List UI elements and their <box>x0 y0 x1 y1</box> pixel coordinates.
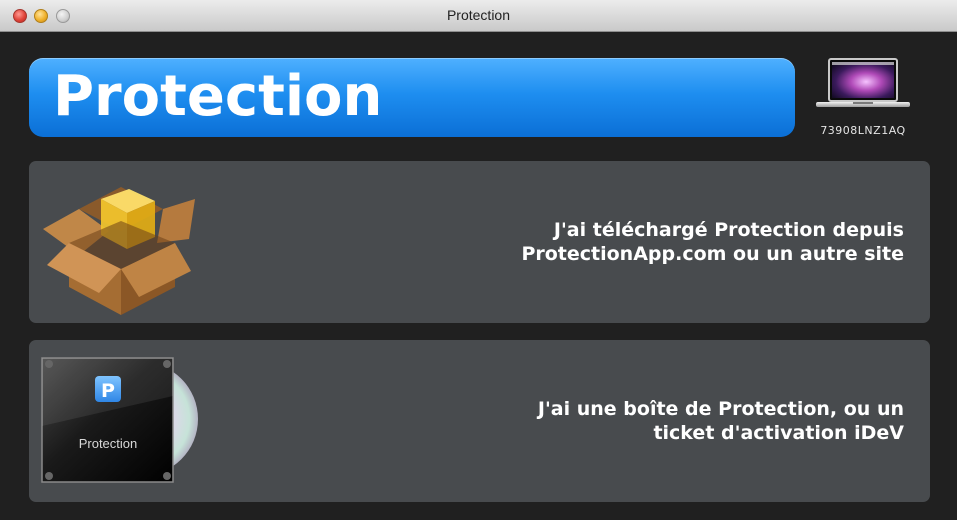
cd-case-icon: P Protection <box>41 357 198 483</box>
app-window: Protection Protection 73908LNZ1AQ J'ai t… <box>0 0 957 520</box>
title-bar[interactable]: Protection <box>0 0 957 32</box>
product-banner: Protection <box>29 58 795 137</box>
option-boxed-label: J'ai une boîte de Protection, ou un tick… <box>537 398 904 444</box>
laptop-icon <box>816 58 910 107</box>
package-box-icon <box>43 187 195 315</box>
option-downloaded-label: J'ai téléchargé Protection depuis Protec… <box>521 219 904 265</box>
option-boxed-or-ticket[interactable]: P Protection J'ai une boîte de Protectio… <box>29 340 930 502</box>
svg-text:Protection: Protection <box>79 436 138 451</box>
banner-title: Protection <box>53 64 383 129</box>
option-downloaded[interactable]: J'ai téléchargé Protection depuis Protec… <box>29 161 930 323</box>
window-title: Protection <box>446 7 511 23</box>
machine-serial: 73908LNZ1AQ <box>820 124 906 137</box>
svg-text:P: P <box>101 380 115 402</box>
